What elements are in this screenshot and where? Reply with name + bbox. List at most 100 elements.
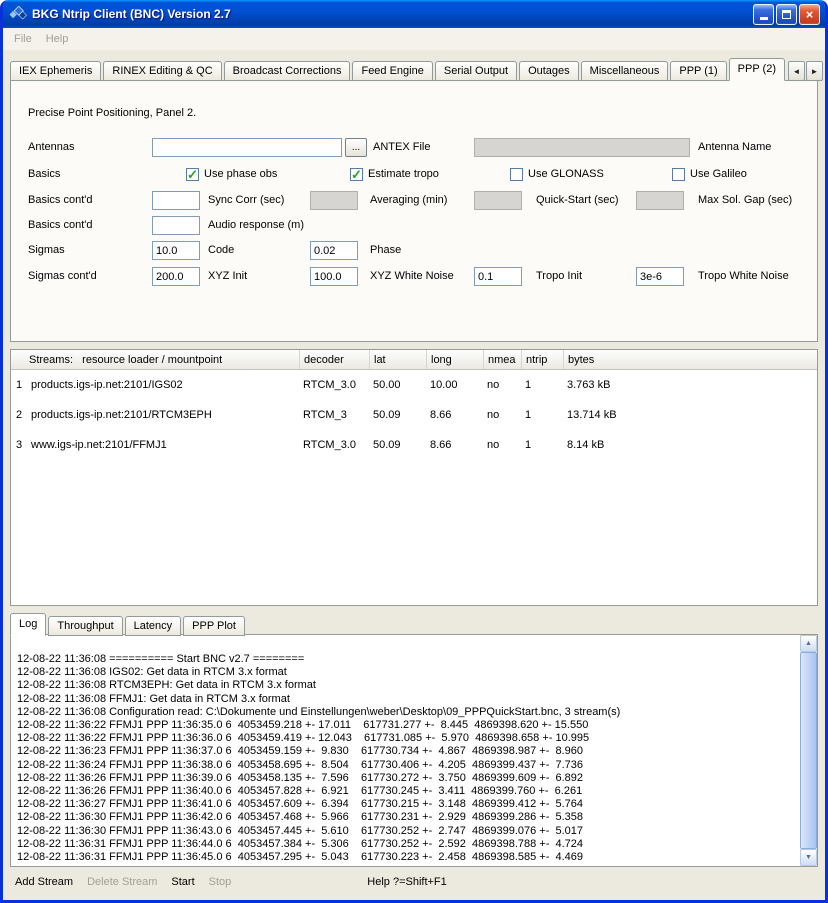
tropo-white-noise-input[interactable] <box>636 267 684 286</box>
check-icon: ✓ <box>351 167 362 183</box>
stream-row[interactable]: 2 products.igs-ip.net:2101/RTCM3EPH RTCM… <box>11 400 817 430</box>
sigma-code-label: Code <box>208 241 234 260</box>
row-number: 1 <box>11 370 27 400</box>
log-scrollbar[interactable]: ▲ ▼ <box>800 635 817 866</box>
tab-ppp-2[interactable]: PPP (2) <box>729 58 785 81</box>
arrow-left-icon: ◄ <box>793 67 801 76</box>
tab-scrollers: ◄ ► <box>787 61 823 81</box>
stream-row[interactable]: 1 products.igs-ip.net:2101/IGS02 RTCM_3.… <box>11 370 817 400</box>
row-number: 2 <box>11 400 27 430</box>
use-glonass-label: Use GLONASS <box>528 165 604 184</box>
stream-lat: 50.00 <box>369 370 426 400</box>
use-glonass-checkbox[interactable] <box>510 168 523 181</box>
menu-bar: File Help <box>3 28 825 50</box>
maximize-button[interactable] <box>776 4 797 25</box>
quick-start-input <box>474 191 522 210</box>
title-bar[interactable]: BKG Ntrip Client (BNC) Version 2.7 × <box>3 0 825 28</box>
basics-contd-label: Basics cont'd <box>28 191 92 210</box>
tab-outages[interactable]: Outages <box>519 61 579 81</box>
stream-bytes: 13.714 kB <box>563 400 817 430</box>
audio-response-input[interactable] <box>152 216 200 235</box>
stream-long: 10.00 <box>426 370 483 400</box>
averaging-input <box>310 191 358 210</box>
stream-long: 8.66 <box>426 430 483 460</box>
sigma-code-input[interactable] <box>152 241 200 260</box>
header-nmea: nmea <box>483 350 521 369</box>
help-hint: Help ?=Shift+F1 <box>367 876 447 888</box>
tab-serial-output[interactable]: Serial Output <box>435 61 517 81</box>
antex-file-label: ANTEX File <box>373 138 430 157</box>
stream-row[interactable]: 3 www.igs-ip.net:2101/FFMJ1 RTCM_3.0 50.… <box>11 430 817 460</box>
estimate-tropo-checkbox[interactable]: ✓ <box>350 168 363 181</box>
tab-miscellaneous[interactable]: Miscellaneous <box>581 61 669 81</box>
scroll-up-button[interactable]: ▲ <box>800 635 817 652</box>
sync-corr-label: Sync Corr (sec) <box>208 191 284 210</box>
audio-response-label: Audio response (m) <box>208 216 304 235</box>
window-title: BKG Ntrip Client (BNC) Version 2.7 <box>32 7 231 21</box>
scrollbar-thumb[interactable] <box>800 652 817 849</box>
delete-stream-button[interactable]: Delete Stream <box>87 876 157 888</box>
antennas-label: Antennas <box>28 138 74 157</box>
tab-log[interactable]: Log <box>10 613 46 636</box>
xyz-white-noise-label: XYZ White Noise <box>370 267 454 286</box>
stream-bytes: 8.14 kB <box>563 430 817 460</box>
max-sol-gap-input <box>636 191 684 210</box>
header-long: long <box>426 350 483 369</box>
stream-mountpoint: products.igs-ip.net:2101/RTCM3EPH <box>27 400 299 430</box>
app-icon <box>9 6 27 22</box>
streams-table-header: Streams: resource loader / mountpoint de… <box>11 350 817 370</box>
xyz-init-input[interactable] <box>152 267 200 286</box>
tab-feed-engine[interactable]: Feed Engine <box>352 61 432 81</box>
stream-nmea: no <box>483 430 521 460</box>
averaging-label: Averaging (min) <box>370 191 447 210</box>
scrollbar-track[interactable] <box>800 652 817 849</box>
tab-scroll-left-button[interactable]: ◄ <box>788 61 805 81</box>
minimize-button[interactable] <box>753 4 774 25</box>
stream-mountpoint: www.igs-ip.net:2101/FFMJ1 <box>27 430 299 460</box>
sigmas-contd-label: Sigmas cont'd <box>28 267 97 286</box>
tab-broadcast-corrections[interactable]: Broadcast Corrections <box>224 61 351 81</box>
close-button[interactable]: × <box>799 4 820 25</box>
use-galileo-checkbox[interactable] <box>672 168 685 181</box>
streams-table: Streams: resource loader / mountpoint de… <box>10 349 818 606</box>
tab-rinex-editing-qc[interactable]: RINEX Editing & QC <box>103 61 221 81</box>
menu-file[interactable]: File <box>7 31 39 47</box>
start-button[interactable]: Start <box>171 876 194 888</box>
stream-decoder: RTCM_3 <box>299 400 369 430</box>
add-stream-button[interactable]: Add Stream <box>15 876 73 888</box>
use-galileo-label: Use Galileo <box>690 165 747 184</box>
check-icon: ✓ <box>187 167 198 183</box>
scroll-down-button[interactable]: ▼ <box>800 849 817 866</box>
stream-ntrip: 1 <box>521 430 563 460</box>
tab-latency[interactable]: Latency <box>125 616 182 636</box>
sigmas-label: Sigmas <box>28 241 65 260</box>
stream-decoder: RTCM_3.0 <box>299 370 369 400</box>
use-phase-obs-checkbox[interactable]: ✓ <box>186 168 199 181</box>
header-ntrip: ntrip <box>521 350 563 369</box>
tab-scroll-right-button[interactable]: ► <box>806 61 823 81</box>
tropo-init-input[interactable] <box>474 267 522 286</box>
antex-browse-button[interactable]: ... <box>345 138 367 157</box>
antex-file-input <box>474 138 690 157</box>
stream-lat: 50.09 <box>369 430 426 460</box>
xyz-init-label: XYZ Init <box>208 267 247 286</box>
arrow-up-icon: ▲ <box>805 640 812 647</box>
stream-nmea: no <box>483 400 521 430</box>
antennas-input[interactable] <box>152 138 342 157</box>
stop-button[interactable]: Stop <box>209 876 232 888</box>
panel-caption: Precise Point Positioning, Panel 2. <box>28 107 196 119</box>
sigma-phase-input[interactable] <box>310 241 358 260</box>
use-phase-obs-label: Use phase obs <box>204 165 277 184</box>
header-decoder: decoder <box>299 350 369 369</box>
stream-long: 8.66 <box>426 400 483 430</box>
header-bytes: bytes <box>563 350 817 369</box>
menu-help[interactable]: Help <box>39 31 76 47</box>
xyz-white-noise-input[interactable] <box>310 267 358 286</box>
output-tab-bar: Log Throughput Latency PPP Plot <box>10 614 818 636</box>
tab-ppp-plot[interactable]: PPP Plot <box>183 616 245 636</box>
tab-throughput[interactable]: Throughput <box>48 616 122 636</box>
tab-iex-ephemeris[interactable]: IEX Ephemeris <box>10 61 101 81</box>
sync-corr-input[interactable] <box>152 191 200 210</box>
stream-nmea: no <box>483 370 521 400</box>
tab-ppp-1[interactable]: PPP (1) <box>670 61 726 81</box>
